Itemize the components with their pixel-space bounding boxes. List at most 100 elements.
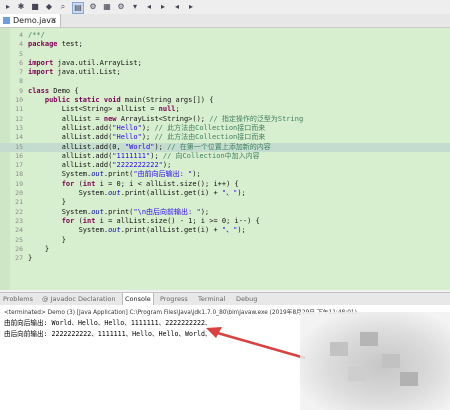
tab-terminal[interactable]: Terminal [198,293,225,305]
annotation-arrow [206,327,306,360]
code-token: "1111111" [112,151,151,160]
code-editor[interactable]: 4 /**/ 4 package test; 5 6 import java.util.Ar… [0,28,450,290]
tab-debug[interactable]: Debug [236,293,257,305]
code-token: out [108,226,121,235]
code-token: i = allList.size() - 1; i >= 0; i--) { [95,216,260,225]
code-token: int [82,179,96,188]
back-icon[interactable]: ◂ [144,2,154,12]
code-token: for [28,216,75,225]
code-token: Demo { [49,86,79,95]
code-token: null [158,105,176,114]
code-line: 11 List<String> allList = null; [0,105,450,114]
code-token: ); [154,142,168,151]
code-token: ); [200,207,210,216]
line-number: 4 [19,31,23,39]
code-line: 4 /**/ [0,31,450,40]
code-text: } [28,245,49,254]
nav-icon[interactable]: ◂ [172,2,182,12]
code-line: 9 class Demo { [0,87,450,96]
code-line: 13 allList.add("Hello"); // 此方法由Collecti… [0,124,450,133]
search-icon[interactable]: ⌕ [58,2,68,12]
chevron-down-icon[interactable]: ▾ [130,2,140,12]
code-text: import java.util.List; [28,68,121,77]
code-token: ArrayList<String>(); [116,114,210,123]
bottom-panel-tabs: Problems @ Javadoc Declaration Console P… [0,292,450,306]
code-line: 25 } [0,236,450,245]
code-text: } [28,254,32,263]
tab-problems[interactable]: Problems [3,293,33,305]
line-number: 12 [15,114,23,123]
code-token: .print( [103,170,134,179]
code-token: ); [237,189,246,198]
code-token: java.util.List; [53,68,121,77]
code-line: 10 public static void main(String args[]… [0,96,450,105]
run-icon[interactable]: ▸ [3,2,13,12]
close-icon[interactable]: ✕ [50,14,57,27]
tab-progress[interactable]: Progress [160,293,188,305]
forward-icon[interactable]: ▸ [158,2,168,12]
code-line: 16 allList.add("1111111"); // 向Collectio… [0,152,450,161]
code-token: "、" [221,226,238,235]
code-token: "、" [221,189,238,198]
code-token: ); [150,151,163,160]
code-text: for (int i = allList.size() - 1; i >= 0;… [28,217,260,226]
console-output-line-1: 由前向后输出: World、Hello、Hello、1111111、222222… [4,319,212,327]
code-token: System. [28,189,109,198]
new-icon[interactable]: ◆ [44,2,54,12]
code-line: 7 import java.util.List; [0,68,450,77]
debug-icon[interactable]: ✱ [16,2,26,12]
code-text: for (int i = 0; i < allList.size(); i++)… [28,180,239,189]
nav-forward-icon[interactable]: ▸ [186,2,196,12]
settings-icon[interactable]: ⚙ [88,2,98,12]
editor-tab-demo[interactable]: Demo.java ✕ [0,14,61,27]
code-token: out [91,207,104,216]
code-line: 6 import java.util.ArrayList; [0,59,450,68]
code-token: ); [141,123,155,132]
code-line: 14 allList.add("Hello"); // 此方法由Collecti… [0,133,450,142]
code-token: allList.add( [28,123,113,132]
code-token: // 在第一个位置上添加新的内容 [167,142,271,151]
layout-icon[interactable]: ▦ [102,2,112,12]
code-line: 27} [0,254,450,263]
code-token: ); [237,226,246,235]
code-token: for [28,179,75,188]
code-text: import java.util.ArrayList; [28,59,142,68]
code-text: } [28,236,66,245]
line-number: 6 [19,58,23,67]
code-token: /**/ [28,31,45,39]
blurred-watermark [300,312,450,410]
code-token: ( [74,179,83,188]
tab-declaration[interactable]: Declaration [78,293,115,305]
code-token: package [28,40,58,49]
code-token: // 指定操作的泛型为String [209,114,304,123]
code-token: ); [192,170,201,179]
tab-console[interactable]: Console [122,293,154,305]
code-token: System. [28,226,109,235]
code-token: .print(allList.get(i) + [120,189,222,198]
code-token: // 此方法由Collection接口而来 [154,133,266,142]
code-token: System. [28,170,92,179]
code-text: System.out.print("\n由后向前输出: "); [28,208,209,217]
console-output-line-2: 由后向前输出: 2222222222、1111111、Hello、Hello、W… [4,330,212,338]
code-token: "Hello" [112,133,142,142]
line-number: 7 [19,68,23,77]
code-token: test; [57,40,83,49]
toggle-icon[interactable]: ▤ [72,2,84,14]
line-number: 5 [19,49,23,58]
gear-icon[interactable]: ⚙ [116,2,126,12]
code-token: "Hello" [112,123,142,132]
code-token: out [91,170,104,179]
tab-javadoc[interactable]: @ Javadoc [42,293,76,305]
save-icon[interactable]: ■ [30,2,40,12]
code-token: } [28,198,66,207]
code-token: class [28,86,50,95]
code-line: 4 package test; [0,40,450,49]
code-text: } [28,198,66,207]
code-line: 20 System.out.print(allList.get(i) + "、"… [0,189,450,198]
code-line: 15 allList.add(0, "World"); // 在第一个位置上添加… [0,142,450,152]
code-text: System.out.print("由前向后输出: "); [28,170,201,179]
code-token: "\n由后向前输出: " [133,207,201,216]
code-line: 5 [0,50,450,59]
line-number: 10 [15,96,23,105]
code-token: ); [162,161,172,170]
